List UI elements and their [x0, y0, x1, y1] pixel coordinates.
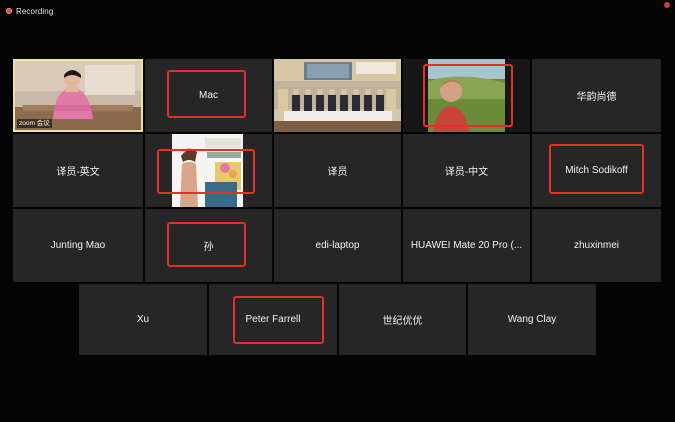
host-video-label: zoom 会议 — [17, 119, 52, 128]
participant-tile-shiji[interactable]: 世纪优优 — [339, 284, 466, 355]
participant-name: zhuxinmei — [573, 240, 620, 251]
participant-tile-zhuxinmei[interactable]: zhuxinmei — [532, 209, 661, 282]
participant-tile-interpreter-zh[interactable]: 译员-中文 — [403, 134, 530, 207]
participant-name: 译员-英文 — [56, 167, 100, 178]
participant-name: Mac — [199, 90, 218, 101]
participant-tile-host-video[interactable]: zoom 会议 — [13, 59, 143, 132]
participant-name: HUAWEI Mate 20 Pro (... — [410, 240, 523, 251]
participant-name: 世纪优优 — [382, 316, 423, 327]
window-close-icon[interactable] — [664, 2, 670, 8]
participant-name: edi-laptop — [315, 240, 360, 251]
participant-name: Peter Farrell — [245, 314, 301, 325]
participant-tile-xu[interactable]: Xu — [79, 284, 207, 355]
recording-label: Recording — [16, 6, 54, 16]
participant-tile-outdoor-video[interactable] — [403, 59, 530, 132]
participant-tile-edi[interactable]: edi-laptop — [274, 209, 401, 282]
participant-name: Mitch Sodikoff — [565, 165, 628, 176]
speaker-video-feed — [145, 134, 272, 207]
participant-tile-huawei[interactable]: HUAWEI Mate 20 Pro (... — [403, 209, 530, 282]
participant-name: 华韵尚德 — [576, 92, 617, 103]
participant-tile-mitch[interactable]: Mitch Sodikoff — [532, 134, 661, 207]
participant-tile-conference-room[interactable] — [274, 59, 401, 132]
participant-tile-interpreter[interactable]: 译员 — [274, 134, 401, 207]
conference-video-feed — [274, 59, 401, 132]
participant-tile-wang[interactable]: Wang Clay — [468, 284, 596, 355]
participant-tile-interpreter-en[interactable]: 译员-英文 — [13, 134, 143, 207]
participant-tile-peter[interactable]: Peter Farrell — [209, 284, 337, 355]
zoom-gallery-view: Recording zoom 会议 Mac 华韵尚德 译员-英文 译员 译员-中… — [0, 0, 675, 422]
participant-tile-speaker-video[interactable] — [145, 134, 272, 207]
participant-name: 孙 — [203, 242, 214, 253]
participant-tile-junting[interactable]: Junting Mao — [13, 209, 143, 282]
outdoor-video-feed — [403, 59, 530, 132]
participant-name: 译员 — [327, 167, 348, 178]
participant-name: Wang Clay — [507, 314, 557, 325]
participant-name: Junting Mao — [50, 240, 106, 251]
participant-name: Xu — [136, 314, 150, 325]
participant-name: 译员-中文 — [444, 167, 489, 178]
recording-dot-icon — [6, 8, 12, 14]
participant-tile-mac[interactable]: Mac — [145, 59, 272, 132]
recording-indicator[interactable]: Recording — [6, 5, 53, 17]
participant-tile-huayun[interactable]: 华韵尚德 — [532, 59, 661, 132]
participant-tile-sun[interactable]: 孙 — [145, 209, 272, 282]
